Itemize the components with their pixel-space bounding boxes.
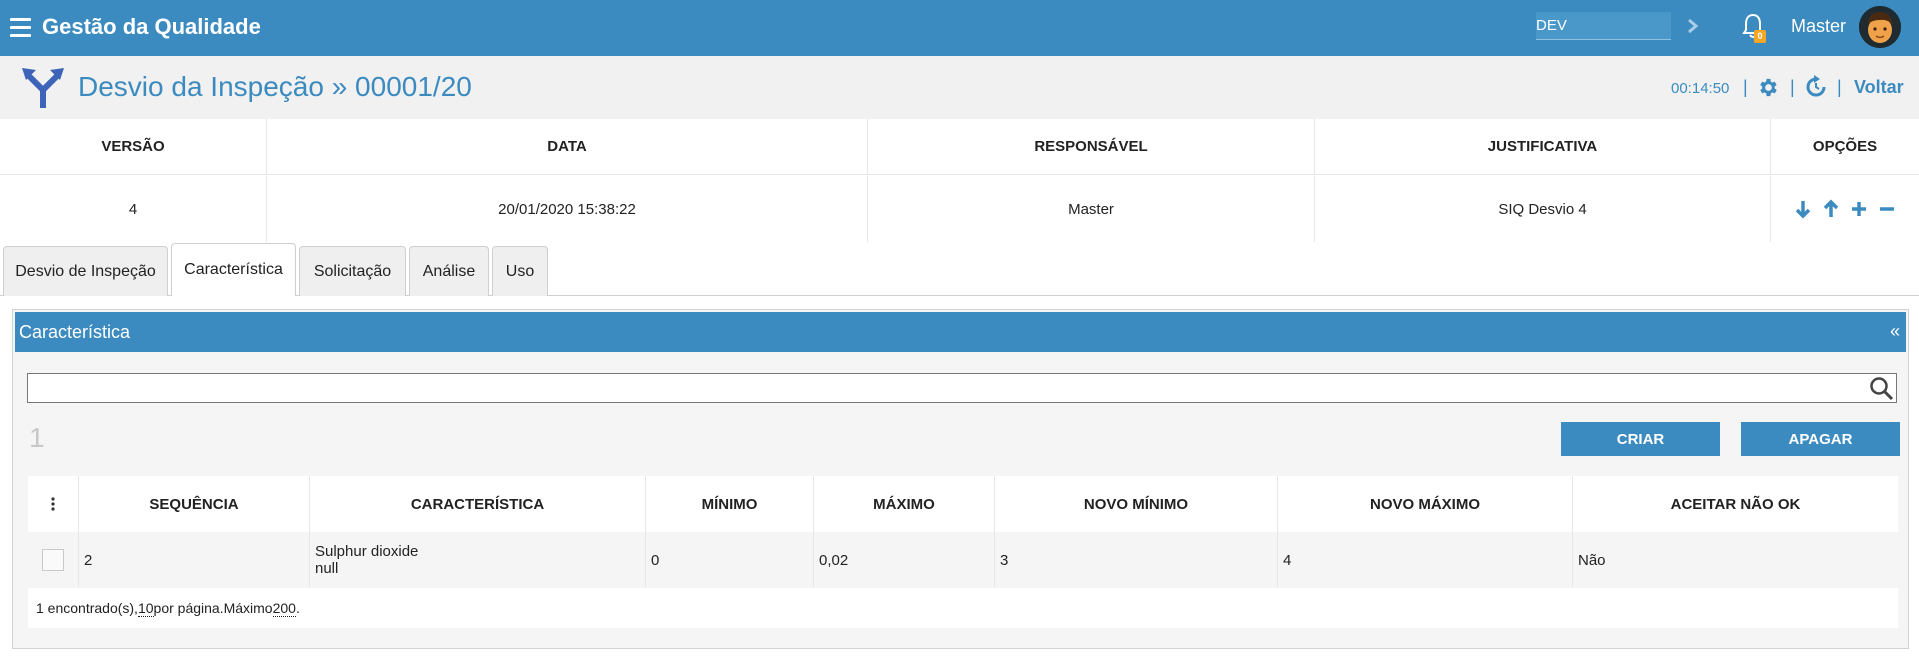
accept-not-ok-cell: Não: [1578, 551, 1606, 569]
column-header-new-maximum[interactable]: NOVO MÁXIMO: [1278, 476, 1573, 532]
options-cell: [1771, 176, 1919, 242]
gear-icon[interactable]: [1757, 76, 1780, 99]
tab-analysis[interactable]: Análise: [409, 246, 489, 296]
chevron-right-icon[interactable]: [1684, 12, 1702, 40]
row-select-cell: [28, 533, 79, 587]
column-menu-cell: [28, 476, 79, 532]
column-header-new-minimum[interactable]: NOVO MÍNIMO: [995, 476, 1278, 532]
column-header-date[interactable]: DATA: [267, 119, 868, 174]
maximum-cell: 0,02: [814, 533, 995, 587]
search-input[interactable]: [27, 373, 1897, 403]
environment-input[interactable]: [1536, 12, 1671, 40]
characteristic-panel: Característica « 1 CRIAR APAGAR SEQUÊNCI…: [12, 309, 1909, 649]
page-title: Desvio da Inspeção » 00001/20: [78, 71, 472, 102]
separator: |: [1837, 77, 1842, 97]
minus-icon[interactable]: [1876, 198, 1898, 220]
column-header-accept-not-ok[interactable]: ACEITAR NÃO OK: [1573, 476, 1898, 532]
create-button[interactable]: CRIAR: [1561, 422, 1720, 456]
user-avatar[interactable]: [1859, 6, 1901, 48]
search-icon[interactable]: [1869, 376, 1895, 402]
new-maximum-cell: 4: [1278, 533, 1573, 587]
per-page-text: por página.Máximo: [153, 600, 273, 616]
pagination-footer: 1 encontrado(s), 10 por página.Máximo 20…: [28, 588, 1898, 628]
delete-button[interactable]: APAGAR: [1741, 422, 1900, 456]
separator: |: [1790, 77, 1795, 97]
found-count-text: 1 encontrado(s),: [36, 600, 138, 616]
sequence-cell: 2: [79, 533, 310, 587]
date-cell: 20/01/2020 15:38:22: [267, 176, 868, 242]
tab-usage[interactable]: Uso: [492, 246, 548, 296]
hamburger-menu-icon[interactable]: [10, 18, 31, 37]
column-header-characteristic[interactable]: CARACTERÍSTICA: [310, 476, 646, 532]
characteristic-detail: null: [315, 560, 339, 577]
characteristics-table-header: SEQUÊNCIA CARACTERÍSTICA MÍNIMO MÁXIMO N…: [28, 476, 1898, 532]
back-link[interactable]: Voltar: [1854, 77, 1904, 98]
arrow-up-icon[interactable]: [1820, 198, 1842, 220]
session-timer: 00:14:50: [1671, 80, 1730, 97]
per-page-selector[interactable]: 10: [137, 600, 154, 617]
tab-characteristic[interactable]: Característica: [171, 243, 296, 297]
footer-end-text: .: [295, 600, 300, 616]
fork-branch-icon: [22, 68, 64, 108]
column-header-minimum[interactable]: MÍNIMO: [646, 476, 814, 532]
collapse-chevrons-icon[interactable]: «: [1890, 321, 1900, 342]
notification-count-badge: 0: [1754, 30, 1766, 43]
version-cell: 4: [0, 176, 267, 242]
app-title: Gestão da Qualidade: [42, 14, 261, 39]
table-row[interactable]: 2 Sulphur dioxide null 0 0,02 3 4 Não: [28, 533, 1898, 587]
column-header-version[interactable]: VERSÃO: [0, 119, 267, 174]
tab-content: Característica « 1 CRIAR APAGAR SEQUÊNCI…: [0, 296, 1919, 665]
top-bar: Gestão da Qualidade 0 Master: [0, 0, 1919, 56]
arrow-down-icon[interactable]: [1792, 198, 1814, 220]
column-header-options: OPÇÕES: [1812, 138, 1878, 155]
separator: |: [1743, 77, 1748, 97]
kebab-menu-icon[interactable]: [51, 497, 55, 511]
justification-cell: SIQ Desvio 4: [1315, 176, 1771, 242]
plus-icon[interactable]: [1848, 198, 1870, 220]
notifications-bell-icon[interactable]: 0: [1741, 12, 1766, 44]
column-header-responsible[interactable]: RESPONSÁVEL: [868, 119, 1315, 174]
record-count: 1: [29, 422, 45, 453]
column-header-sequence[interactable]: SEQUÊNCIA: [79, 476, 310, 532]
panel-title: Característica: [19, 322, 131, 342]
tab-request[interactable]: Solicitação: [299, 246, 406, 296]
user-name[interactable]: Master: [1791, 16, 1846, 37]
table-row[interactable]: 4 20/01/2020 15:38:22 Master SIQ Desvio …: [0, 176, 1919, 242]
characteristic-cell: Sulphur dioxide null: [310, 533, 646, 587]
responsible-cell: Master: [868, 176, 1315, 242]
page-header: Desvio da Inspeção » 00001/20 00:14:50 |…: [0, 56, 1919, 119]
refresh-history-icon[interactable]: [1804, 75, 1828, 99]
new-minimum-cell: 3: [995, 533, 1278, 587]
minimum-cell: 0: [646, 533, 814, 587]
column-header-maximum[interactable]: MÁXIMO: [814, 476, 995, 532]
tab-bar: Desvio de Inspeção Característica Solici…: [0, 243, 1919, 297]
panel-header: Característica «: [15, 312, 1906, 352]
max-records-selector[interactable]: 200: [272, 600, 296, 617]
tab-inspection-deviation[interactable]: Desvio de Inspeção: [3, 246, 168, 296]
row-checkbox[interactable]: [42, 549, 64, 571]
characteristic-name: Sulphur dioxide: [315, 543, 419, 560]
versions-table-header: VERSÃO DATA RESPONSÁVEL JUSTIFICATIVA OP…: [0, 119, 1919, 175]
column-header-justification[interactable]: JUSTIFICATIVA: [1315, 119, 1771, 174]
